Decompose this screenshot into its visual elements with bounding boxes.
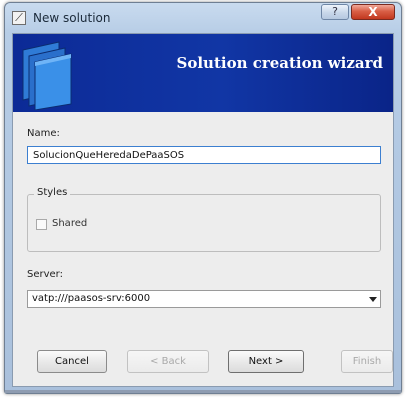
styles-group-label: Styles: [34, 187, 71, 198]
blue-folders-icon: [22, 41, 72, 110]
wizard-banner: Solution creation wizard: [13, 34, 393, 112]
shared-checkbox[interactable]: [36, 219, 47, 230]
close-button[interactable]: X: [351, 4, 395, 20]
help-button[interactable]: ?: [321, 4, 349, 20]
window-bottom-border: [5, 390, 401, 393]
title-bar[interactable]: ⟋ New solution ? X: [5, 3, 401, 33]
cancel-button[interactable]: Cancel: [37, 350, 107, 373]
name-input[interactable]: [27, 146, 381, 164]
shared-checkbox-label[interactable]: Shared: [52, 218, 87, 229]
wizard-title: Solution creation wizard: [176, 54, 384, 72]
new-solution-window: ⟋ New solution ? X Solution creation wiz…: [4, 2, 402, 394]
next-button[interactable]: Next >: [228, 350, 304, 373]
wizard-page: Solution creation wizard Name: Styles Sh…: [12, 33, 394, 387]
window-title: New solution: [33, 11, 111, 25]
server-value: vatp:///paasos-srv:6000: [32, 293, 151, 304]
styles-group: Styles Shared: [27, 187, 381, 252]
name-label: Name:: [27, 128, 60, 139]
server-label: Server:: [27, 269, 63, 280]
back-button[interactable]: < Back: [127, 350, 209, 373]
dropdown-arrow-icon[interactable]: [369, 297, 377, 302]
server-select[interactable]: vatp:///paasos-srv:6000: [27, 290, 381, 308]
finish-button[interactable]: Finish: [341, 350, 393, 373]
app-window-icon: ⟋: [12, 11, 26, 25]
